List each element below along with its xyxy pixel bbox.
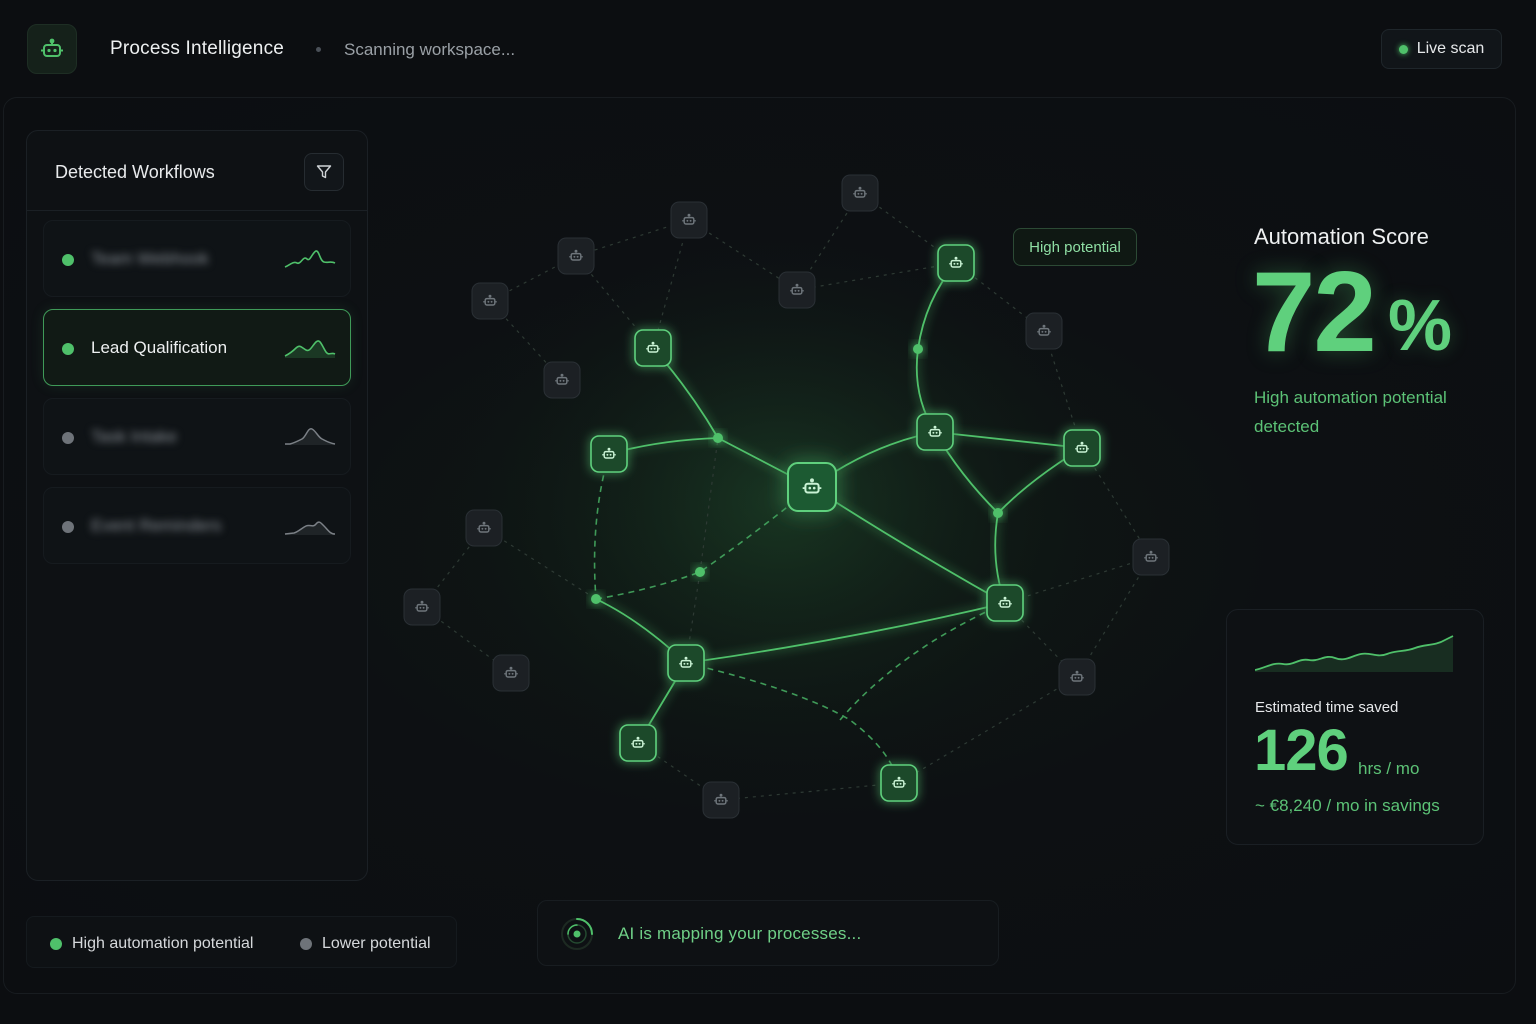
live-scan-button[interactable]: Live scan — [1381, 29, 1502, 69]
process-node-high[interactable] — [590, 435, 628, 473]
header: Process Intelligence Scanning workspace.… — [0, 0, 1536, 98]
potential-legend: High automation potential Lower potentia… — [26, 916, 457, 968]
process-node-low[interactable] — [492, 654, 530, 692]
process-node-low[interactable] — [702, 781, 740, 819]
process-node-low[interactable] — [778, 271, 816, 309]
workflow-label: Task Intake — [91, 427, 177, 446]
automation-score-unit: % — [1388, 286, 1453, 366]
process-node-low[interactable] — [1058, 658, 1096, 696]
workflow-label: Event Reminders — [91, 516, 222, 535]
process-node-low[interactable] — [471, 282, 509, 320]
process-node-low[interactable] — [403, 588, 441, 626]
process-node-low[interactable] — [841, 174, 879, 212]
process-node-low[interactable] — [465, 509, 503, 547]
high-potential-dot — [50, 938, 62, 950]
workflow-label: Lead Qualification — [91, 338, 228, 357]
process-node-central[interactable] — [787, 462, 837, 512]
high-potential-tag: High potential — [1013, 228, 1137, 266]
sidebar-title: Detected Workflows — [55, 162, 215, 182]
process-node-high[interactable] — [986, 584, 1024, 622]
app-root: Process Intelligence Scanning workspace.… — [0, 0, 1536, 1024]
legend-high-label: High automation potential — [72, 935, 254, 952]
process-node-high[interactable] — [937, 244, 975, 282]
workflow-item[interactable]: Task Intake — [43, 398, 351, 475]
spinner-icon — [561, 918, 593, 950]
savings-unit: hrs / mo — [1358, 759, 1420, 778]
process-node-high[interactable] — [634, 329, 672, 367]
process-node-high[interactable] — [880, 764, 918, 802]
automation-score-value: 72 — [1252, 249, 1377, 376]
workflow-bot-icon[interactable] — [27, 24, 77, 74]
sparkline-icon — [284, 250, 336, 268]
legend-low-label: Lower potential — [322, 935, 431, 952]
app-title: Process Intelligence — [110, 38, 285, 59]
process-node-low[interactable] — [1132, 538, 1170, 576]
low-potential-dot — [62, 521, 74, 533]
process-node-high[interactable] — [916, 413, 954, 451]
low-potential-dot — [300, 938, 312, 950]
savings-label: Estimated time saved — [1255, 699, 1399, 716]
automation-score-title: Automation Score — [1254, 224, 1429, 249]
sparkline-icon — [285, 428, 336, 445]
sparkline-icon — [284, 521, 336, 535]
workflow-item[interactable]: Event Reminders — [43, 487, 351, 564]
process-node-low[interactable] — [1025, 312, 1063, 350]
filter-icon — [316, 165, 332, 179]
high-potential-dot — [62, 254, 74, 266]
ai-status-text: AI is mapping your processes... — [618, 924, 862, 943]
sidebar-divider — [27, 210, 367, 211]
live-indicator-dot — [1398, 44, 1408, 54]
savings-value: 126 — [1254, 718, 1349, 783]
filter-button[interactable] — [304, 153, 344, 191]
high-potential-dot — [62, 343, 74, 355]
process-node-high[interactable] — [619, 724, 657, 762]
workflow-item-lead-qualification[interactable]: Lead Qualification — [43, 309, 351, 386]
separator-dot — [316, 47, 321, 52]
automation-score-caption: High automation potential detected — [1254, 388, 1447, 436]
live-scan-label: Live scan — [1416, 40, 1485, 57]
workflow-label: Team Webhook — [91, 249, 209, 268]
process-node-high[interactable] — [667, 644, 705, 682]
low-potential-dot — [62, 432, 74, 444]
process-node-low[interactable] — [557, 237, 595, 275]
process-node-high[interactable] — [1063, 429, 1101, 467]
process-node-low[interactable] — [543, 361, 581, 399]
legend-low: Lower potential — [300, 935, 431, 953]
savings-trend-chart — [1255, 635, 1454, 672]
sparkline-icon — [284, 340, 336, 358]
process-node-low[interactable] — [670, 201, 708, 239]
ai-status-bar: AI is mapping your processes... — [537, 900, 999, 966]
savings-card: Estimated time saved 126 hrs / mo ~ €8,2… — [1226, 609, 1484, 845]
scan-status: Scanning workspace... — [344, 40, 516, 59]
legend-high: High automation potential — [50, 935, 253, 953]
workflows-sidebar: Detected Workflows Team Webhook Lead Qua… — [26, 130, 368, 881]
workflow-item[interactable]: Team Webhook — [43, 220, 351, 297]
savings-money: ~ €8,240 / mo in savings — [1255, 796, 1440, 815]
